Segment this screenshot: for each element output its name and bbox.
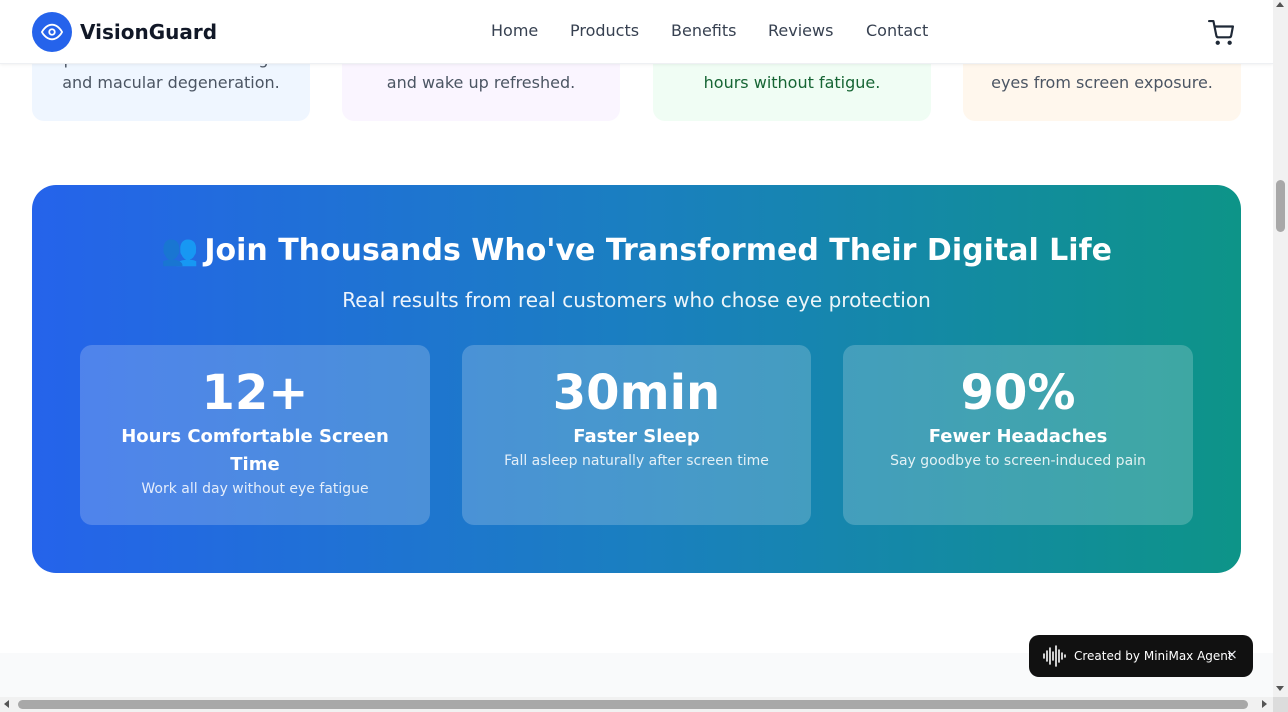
section-title: 👥 Join Thousands Who've Transformed Their… [32, 233, 1241, 269]
section-subtitle: Real results from real customers who cho… [342, 288, 931, 312]
scroll-right-arrow-icon[interactable] [1262, 700, 1267, 708]
cart-icon [1208, 20, 1234, 45]
nav-products[interactable]: Products [570, 21, 639, 41]
horizontal-scroll-thumb[interactable] [18, 700, 1248, 709]
scroll-left-arrow-icon[interactable] [4, 700, 9, 708]
site-header: VisionGuard Home Products Benefits Revie… [0, 0, 1273, 64]
logo[interactable] [32, 12, 72, 52]
people-icon: 👥 [161, 233, 199, 268]
stat-description: Fall asleep naturally after screen time [504, 453, 769, 469]
vertical-scrollbar[interactable] [1273, 0, 1288, 697]
stat-card: 12+ Hours Comfortable Screen Time Work a… [80, 345, 430, 525]
stat-label: Hours Comfortable Screen Time [121, 426, 389, 475]
nav-contact[interactable]: Contact [866, 21, 928, 41]
cart-button[interactable] [1208, 20, 1234, 46]
eye-icon [41, 23, 63, 41]
benefit-card-text: and wake up refreshed. [386, 73, 576, 92]
vertical-scroll-thumb[interactable] [1276, 180, 1285, 232]
agent-badge[interactable]: Created by MiniMax Agent × [1029, 635, 1253, 677]
stat-value: 30min [552, 365, 721, 421]
nav-benefits[interactable]: Benefits [671, 21, 737, 41]
scroll-down-arrow-icon[interactable] [1276, 686, 1284, 691]
stat-card: 30min Faster Sleep Fall asleep naturally… [462, 345, 811, 525]
stat-description: Say goodbye to screen-induced pain [890, 453, 1146, 469]
nav-home[interactable]: Home [491, 21, 538, 41]
nav-reviews[interactable]: Reviews [768, 21, 833, 41]
scroll-up-arrow-icon[interactable] [1276, 2, 1284, 7]
waveform-icon [1043, 645, 1066, 667]
results-section: 👥 Join Thousands Who've Transformed Their… [32, 185, 1241, 573]
horizontal-scrollbar[interactable] [0, 697, 1273, 712]
page-viewport: permanent retinal damage and macular deg… [0, 0, 1273, 697]
benefit-card-text: hours without fatigue. [703, 73, 881, 92]
stat-label: Faster Sleep [573, 426, 700, 447]
scrollbar-corner [1273, 697, 1288, 712]
benefit-card-text: and macular degeneration. [62, 73, 280, 92]
stat-card: 90% Fewer Headaches Say goodbye to scree… [843, 345, 1193, 525]
section-title-text: Join Thousands Who've Transformed Their … [204, 233, 1112, 268]
stat-label: Fewer Headaches [928, 426, 1108, 447]
close-icon[interactable]: × [1226, 647, 1238, 663]
stat-value: 90% [960, 365, 1076, 421]
benefit-card-text: eyes from screen exposure. [991, 73, 1213, 92]
brand-name[interactable]: VisionGuard [80, 20, 217, 44]
stat-value: 12+ [201, 365, 309, 421]
stat-description: Work all day without eye fatigue [141, 481, 369, 497]
agent-badge-label: Created by MiniMax Agent [1074, 649, 1233, 663]
